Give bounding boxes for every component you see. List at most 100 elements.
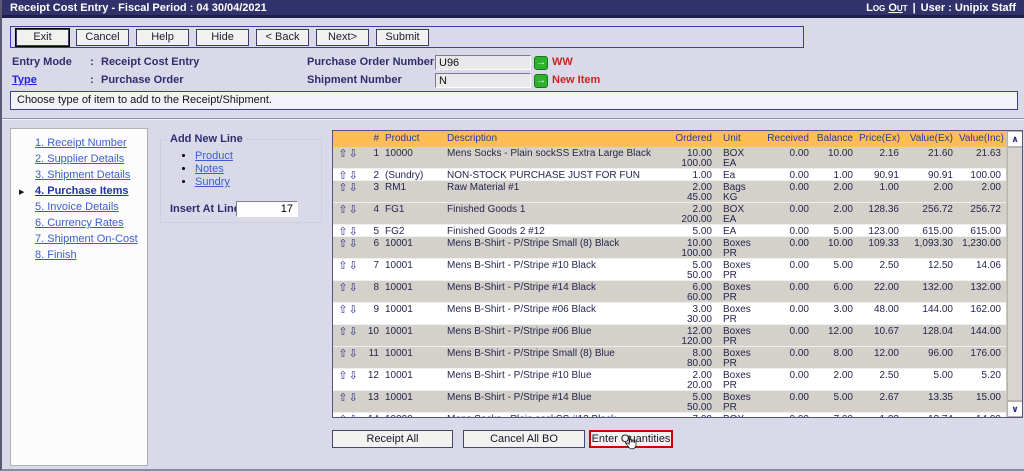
row-unit: BoxesPR — [715, 326, 765, 347]
table-header: # Product Description Ordered Unit Recei… — [333, 131, 1022, 147]
logout-link[interactable]: Log Out — [866, 2, 907, 14]
add-notes-link[interactable]: Notes — [195, 163, 224, 175]
row-product: RM1 — [385, 182, 447, 203]
move-up-icon[interactable]: ⇧ — [338, 327, 347, 347]
add-sundry-link[interactable]: Sundry — [195, 176, 230, 188]
sidebar-item[interactable]: ▶ 8. Finish — [11, 247, 147, 263]
insert-at-line-input[interactable] — [236, 201, 298, 217]
move-up-icon[interactable]: ⇧ — [338, 305, 347, 325]
move-up-icon[interactable]: ⇧ — [338, 149, 347, 169]
sidebar-item[interactable]: ▶ 3. Shipment Details — [11, 167, 147, 183]
row-value-inc: 132.00 — [959, 282, 1007, 303]
exit-button[interactable]: Exit — [16, 29, 69, 46]
sidebar-item-label[interactable]: 8. Finish — [35, 249, 77, 261]
next-button[interactable]: Next> — [316, 29, 369, 46]
scrollbar-thumb[interactable] — [1007, 147, 1023, 401]
row-ordered: 8.0080.00 — [659, 348, 715, 369]
sidebar-item[interactable]: ▶ 2. Supplier Details — [11, 151, 147, 167]
move-up-icon[interactable]: ⇧ — [338, 171, 347, 181]
po-go-arrow-icon[interactable]: → — [534, 56, 548, 70]
col-unit: Unit — [715, 131, 765, 147]
shipment-number-label: Shipment Number — [307, 74, 402, 86]
scroll-down-icon[interactable]: ∨ — [1007, 401, 1023, 417]
move-down-icon[interactable]: ⇩ — [349, 205, 358, 225]
cancel-all-bo-button[interactable]: Cancel All BO — [463, 430, 585, 448]
move-down-icon[interactable]: ⇩ — [349, 371, 358, 391]
row-price-ex: 90.91 — [859, 170, 905, 181]
submit-button[interactable]: Submit — [376, 29, 429, 46]
move-up-icon[interactable]: ⇧ — [338, 227, 347, 237]
move-down-icon[interactable]: ⇩ — [349, 283, 358, 303]
move-down-icon[interactable]: ⇩ — [349, 149, 358, 169]
row-number: 5 — [363, 226, 385, 237]
col-description: Description — [447, 131, 659, 147]
sidebar-item-label[interactable]: 2. Supplier Details — [35, 153, 124, 165]
type-link[interactable]: Type — [12, 74, 37, 86]
move-up-icon[interactable]: ⇧ — [338, 205, 347, 225]
user-label: User : Unipix Staff — [921, 2, 1016, 14]
row-value-ex: 1,093.30 — [905, 238, 959, 259]
vertical-scrollbar[interactable]: ∧ ∨ — [1006, 131, 1022, 417]
move-down-icon[interactable]: ⇩ — [349, 171, 358, 181]
scroll-up-icon[interactable]: ∧ — [1007, 131, 1023, 147]
shipment-number-input[interactable] — [435, 73, 531, 88]
row-price-ex: 123.00 — [859, 226, 905, 237]
row-price-ex: 109.33 — [859, 238, 905, 259]
move-up-icon[interactable]: ⇧ — [338, 415, 347, 418]
table-row: ⇧⇩ 2 (Sundry) NON-STOCK PURCHASE JUST FO… — [333, 169, 1022, 181]
shipment-go-arrow-icon[interactable]: → — [534, 74, 548, 88]
move-down-icon[interactable]: ⇩ — [349, 393, 358, 413]
row-price-ex: 48.00 — [859, 304, 905, 325]
enter-quantities-button[interactable]: Enter Quantities — [589, 430, 673, 448]
table-row: ⇧⇩ 12 10001 Mens B-Shirt - P/Stripe #10 … — [333, 369, 1022, 391]
move-up-icon[interactable]: ⇧ — [338, 349, 347, 369]
add-product-link[interactable]: Product — [195, 150, 233, 162]
move-up-icon[interactable]: ⇧ — [338, 283, 347, 303]
row-value-inc: 5.20 — [959, 370, 1007, 391]
sidebar-item[interactable]: ▶ 7. Shipment On-Cost — [11, 231, 147, 247]
row-product: 10001 — [385, 370, 447, 391]
row-number: 11 — [363, 348, 385, 369]
table-row: ⇧⇩ 14 10000 Mens Socks - Plain sockSS #1… — [333, 413, 1022, 418]
move-down-icon[interactable]: ⇩ — [349, 327, 358, 347]
sidebar-item-label[interactable]: 4. Purchase Items — [35, 185, 129, 197]
move-down-icon[interactable]: ⇩ — [349, 183, 358, 203]
row-description: Mens B-Shirt - P/Stripe #14 Black — [447, 282, 659, 303]
toolbar: Exit Cancel Help Hide < Back Next> Submi… — [10, 26, 804, 48]
add-new-line-title: Add New Line — [167, 133, 246, 145]
help-button[interactable]: Help — [136, 29, 189, 46]
row-unit: BoxesPR — [715, 260, 765, 281]
sidebar-item-label[interactable]: 3. Shipment Details — [35, 169, 130, 181]
row-product: 10001 — [385, 392, 447, 413]
row-value-ex: 5.00 — [905, 370, 959, 391]
receipt-all-button[interactable]: Receipt All — [332, 430, 453, 448]
table-row: ⇧⇩ 9 10001 Mens B-Shirt - P/Stripe #06 B… — [333, 303, 1022, 325]
sidebar-item[interactable]: ▶ 1. Receipt Number — [11, 135, 147, 151]
move-down-icon[interactable]: ⇩ — [349, 261, 358, 281]
row-description: Mens B-Shirt - P/Stripe #10 Blue — [447, 370, 659, 391]
sidebar-item[interactable]: ▶ 4. Purchase Items — [11, 183, 147, 199]
move-down-icon[interactable]: ⇩ — [349, 227, 358, 237]
back-button[interactable]: < Back — [256, 29, 309, 46]
move-down-icon[interactable]: ⇩ — [349, 239, 358, 259]
purchase-order-number-input[interactable] — [435, 55, 531, 70]
move-up-icon[interactable]: ⇧ — [338, 393, 347, 413]
move-up-icon[interactable]: ⇧ — [338, 183, 347, 203]
sidebar-item[interactable]: ▶ 6. Currency Rates — [11, 215, 147, 231]
sidebar-item-label[interactable]: 6. Currency Rates — [35, 217, 124, 229]
move-down-icon[interactable]: ⇩ — [349, 305, 358, 325]
hide-button[interactable]: Hide — [196, 29, 249, 46]
move-up-icon[interactable]: ⇧ — [338, 371, 347, 391]
row-value-inc: 256.72 — [959, 204, 1007, 225]
row-received: 0.00 — [765, 238, 815, 259]
sidebar-item-label[interactable]: 7. Shipment On-Cost — [35, 233, 138, 245]
sidebar-item-label[interactable]: 5. Invoice Details — [35, 201, 119, 213]
move-down-icon[interactable]: ⇩ — [349, 415, 358, 418]
move-up-icon[interactable]: ⇧ — [338, 261, 347, 281]
move-down-icon[interactable]: ⇩ — [349, 349, 358, 369]
sidebar-item[interactable]: ▶ 5. Invoice Details — [11, 199, 147, 215]
cancel-button[interactable]: Cancel — [76, 29, 129, 46]
sidebar-item-label[interactable]: 1. Receipt Number — [35, 137, 127, 149]
move-up-icon[interactable]: ⇧ — [338, 239, 347, 259]
row-received: 0.00 — [765, 170, 815, 181]
